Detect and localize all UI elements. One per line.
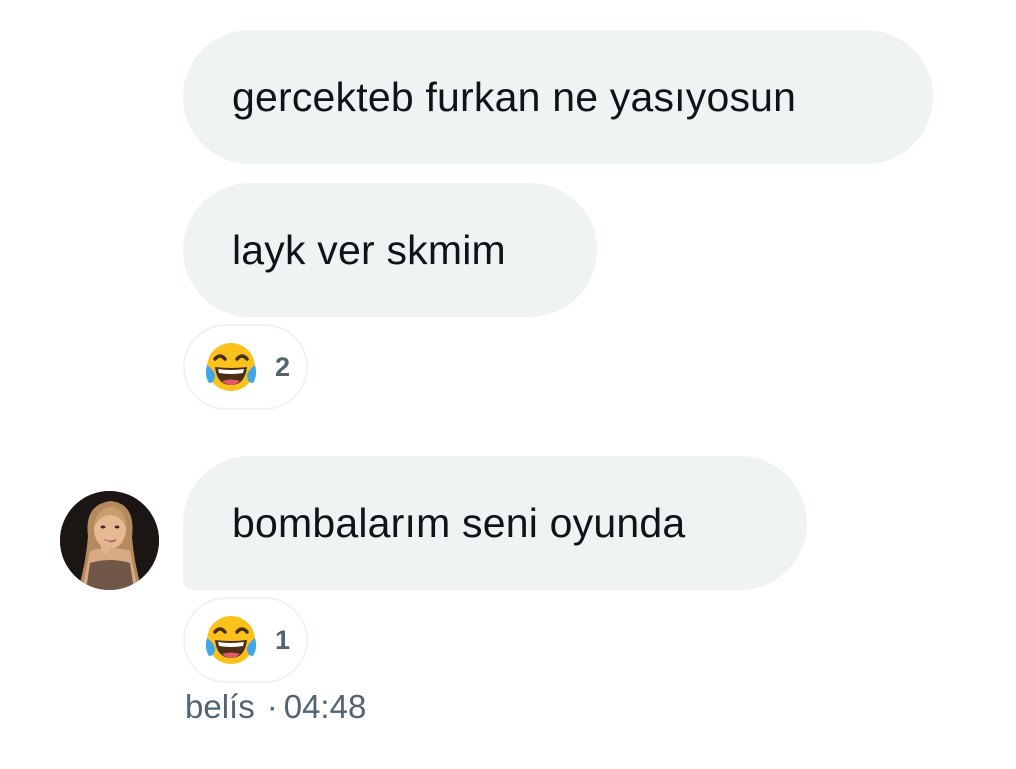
face-with-tears-of-joy-icon — [203, 339, 259, 395]
reaction-count: 2 — [275, 351, 291, 382]
reaction-pill[interactable]: 1 — [183, 597, 308, 683]
sender-name[interactable]: belís — [185, 688, 255, 725]
message-bubble[interactable]: gercekteb furkan ne yasıyosun — [183, 30, 933, 164]
message-text: gercekteb furkan ne yasıyosun — [232, 73, 797, 120]
message-bubble[interactable]: layk ver skmim — [183, 183, 597, 317]
reaction-pill[interactable]: 2 — [183, 324, 308, 410]
message-meta: belís · 04:48 — [185, 688, 366, 726]
meta-separator: · — [266, 688, 278, 725]
message-timestamp: 04:48 — [283, 688, 367, 725]
message-text: bombalarım seni oyunda — [232, 499, 686, 546]
avatar[interactable] — [60, 491, 159, 590]
face-with-tears-of-joy-icon — [203, 612, 259, 668]
message-text: layk ver skmim — [232, 226, 506, 273]
message-bubble[interactable]: bombalarım seni oyunda — [183, 456, 807, 590]
reaction-count: 1 — [275, 624, 291, 655]
